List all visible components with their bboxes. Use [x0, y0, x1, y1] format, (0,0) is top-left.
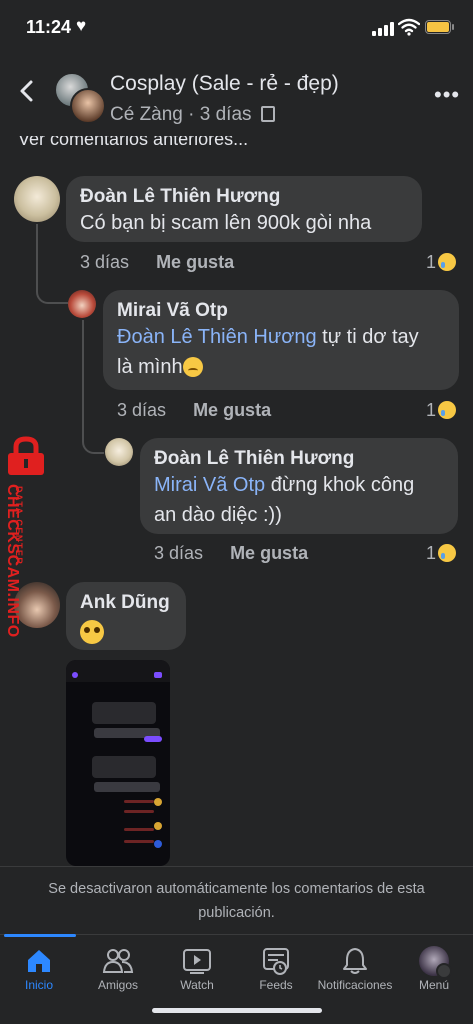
comment-text: Đoàn Lê Thiên Hương tự ti dơ tay là mình — [117, 326, 419, 378]
comment-author[interactable]: Ank Dũng — [80, 592, 172, 614]
comment-bubble[interactable]: Ank Dũng — [66, 582, 186, 650]
thread-connector — [82, 320, 104, 454]
group-avatar[interactable] — [54, 72, 106, 124]
comment-time: 3 días — [80, 252, 130, 272]
tab-inicio[interactable]: Inicio — [0, 944, 78, 992]
divider — [0, 866, 473, 867]
signal-icon — [372, 22, 394, 36]
sad-reaction-icon — [438, 401, 457, 419]
wifi-icon — [398, 18, 420, 36]
watch-icon — [183, 949, 211, 974]
comments-disabled-notice: Se desactivaron automáticamente los come… — [48, 881, 425, 921]
tab-feeds[interactable]: Feeds — [237, 944, 315, 992]
avatar[interactable] — [105, 438, 133, 466]
comment-time: 3 días — [117, 400, 167, 420]
pleading-face-emoji — [80, 620, 104, 644]
more-options-icon[interactable]: ••• — [434, 82, 460, 108]
comment-bubble[interactable]: Đoàn Lê Thiên Hương Có bạn bị scam lên 9… — [66, 176, 422, 242]
thread-connector — [36, 224, 68, 304]
comment-text: Mirai Vã Otp đừng khok công an dào diệc … — [154, 474, 415, 526]
svg-text:CHECKSCAM.INFO: CHECKSCAM.INFO — [4, 484, 21, 638]
like-button[interactable]: Me gusta — [156, 252, 234, 272]
bell-icon — [343, 948, 367, 974]
tab-amigos[interactable]: Amigos — [79, 944, 157, 992]
comment-meta: 3 días Me gusta — [154, 543, 308, 564]
tab-notificaciones[interactable]: Notificaciones — [314, 944, 396, 992]
post-subtitle: Cé Zàng · 3 días — [110, 104, 275, 126]
comment-author[interactable]: Mirai Vã Otp — [117, 300, 445, 322]
comment-text: Có bạn bị scam lên 900k gòi nha — [80, 212, 372, 234]
audience-icon — [260, 106, 275, 122]
menu-avatar-icon — [419, 946, 452, 979]
lock-icon — [8, 436, 44, 475]
comment-meta: 3 días Me gusta — [80, 252, 234, 273]
post-time: 3 días — [199, 104, 252, 125]
battery-tip — [452, 24, 454, 30]
feeds-icon — [263, 948, 289, 975]
reaction-count[interactable]: 1 — [426, 252, 457, 273]
sad-reaction-icon — [438, 544, 457, 562]
back-arrow-icon[interactable] — [16, 76, 38, 106]
watermark-text: DATA CENTER CHECKSCAM.INFO — [4, 484, 24, 638]
status-time: 11:24 — [26, 17, 72, 37]
post-author[interactable]: Cé Zàng — [110, 104, 183, 125]
comment-attachment-image[interactable] — [66, 660, 170, 866]
home-icon — [28, 950, 50, 972]
reaction-count[interactable]: 1 — [426, 543, 457, 564]
tab-menu[interactable]: Menú — [395, 944, 473, 992]
like-button[interactable]: Me gusta — [230, 543, 308, 563]
previous-comments-link[interactable]: Ver comentarios anteriores... — [18, 136, 248, 150]
comment-bubble[interactable]: Đoàn Lê Thiên Hương Mirai Vã Otp đừng kh… — [140, 438, 458, 534]
comment-author[interactable]: Đoàn Lê Thiên Hương — [80, 186, 408, 208]
comment-time: 3 días — [154, 543, 204, 563]
battery-icon — [425, 20, 451, 34]
comment-meta: 3 días Me gusta — [117, 400, 271, 421]
active-tab-indicator — [4, 934, 76, 937]
mention-link[interactable]: Mirai Vã Otp — [154, 474, 265, 496]
comment-bubble[interactable]: Mirai Vã Otp Đoàn Lê Thiên Hương tự ti d… — [103, 290, 459, 390]
comment-author[interactable]: Đoàn Lê Thiên Hương — [154, 448, 444, 470]
sad-reaction-icon — [438, 253, 457, 271]
friends-icon — [102, 949, 134, 973]
mention-link[interactable]: Đoàn Lê Thiên Hương — [117, 326, 317, 348]
reaction-count[interactable]: 1 — [426, 400, 457, 421]
avatar[interactable] — [14, 176, 60, 222]
group-title[interactable]: Cosplay (Sale - rẻ - đẹp) — [110, 72, 339, 96]
home-indicator[interactable] — [152, 1008, 322, 1013]
like-button[interactable]: Me gusta — [193, 400, 271, 420]
tab-watch[interactable]: Watch — [158, 944, 236, 992]
sad-smile-emoji — [182, 357, 203, 377]
avatar[interactable] — [68, 290, 96, 318]
heart-icon: ♥ — [76, 16, 87, 35]
